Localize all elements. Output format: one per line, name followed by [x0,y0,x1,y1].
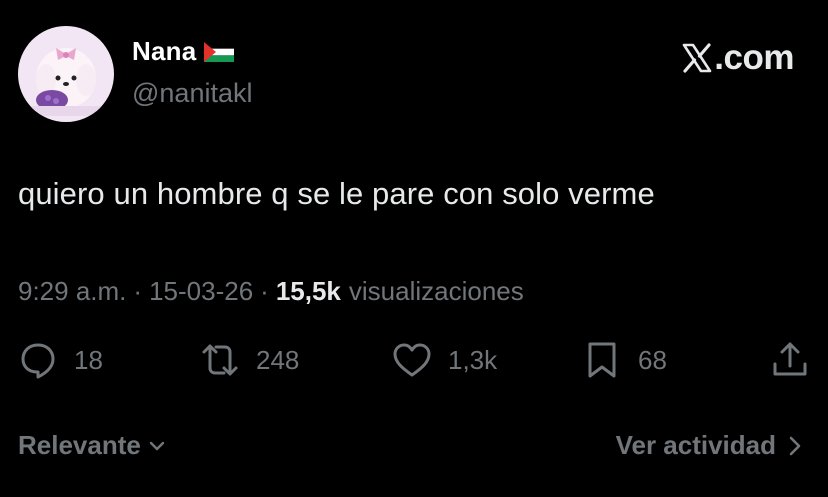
reply-button[interactable]: 18 [18,340,103,380]
author-name-row: Nana [132,36,235,67]
repost-count: 248 [256,344,300,375]
views-label: visualizaciones [348,276,524,306]
share-button[interactable] [770,340,810,380]
cartoon-dog-avatar-icon [18,26,114,122]
bookmark-icon [588,342,616,378]
palestine-flag-icon [204,41,235,62]
repost-icon [202,344,238,376]
view-activity-link[interactable]: Ver actividad [616,430,802,461]
chevron-down-icon [149,441,165,450]
chevron-right-icon [789,436,801,455]
activity-label: Ver actividad [615,430,776,460]
x-logo-icon [682,43,712,73]
reply-count: 18 [74,344,103,375]
sort-relevance-dropdown[interactable]: Relevante [18,430,167,461]
repost-button[interactable]: 248 [200,340,299,380]
tweet-time[interactable]: 9:29 a.m. [18,276,126,307]
heart-icon [393,343,431,377]
x-brand: .com [682,38,794,78]
meta-separator: · [133,276,143,306]
author-handle[interactable]: @nanitakl [132,78,252,109]
avatar[interactable] [18,26,114,122]
sort-label: Relevante [18,430,141,460]
tweet-date[interactable]: 15-03-26 [149,276,253,307]
like-button[interactable]: 1,3k [392,340,497,380]
tweet-meta: 9:29 a.m. · 15-03-26 · 15,5k visualizaci… [18,276,524,307]
like-count: 1,3k [448,344,498,375]
share-icon [773,342,807,376]
tweet-text: quiero un hombre q se le pare con solo v… [18,176,655,211]
author-display-name[interactable]: Nana [132,36,196,67]
brand-text: .com [714,38,794,77]
bookmark-button[interactable]: 68 [582,340,667,380]
meta-separator: · [260,276,269,306]
tweet-actions: 18 248 1,3k 68 [0,340,828,384]
reply-icon [21,343,55,379]
bookmark-count: 68 [638,344,667,375]
views-count: 15,5k [275,276,341,306]
